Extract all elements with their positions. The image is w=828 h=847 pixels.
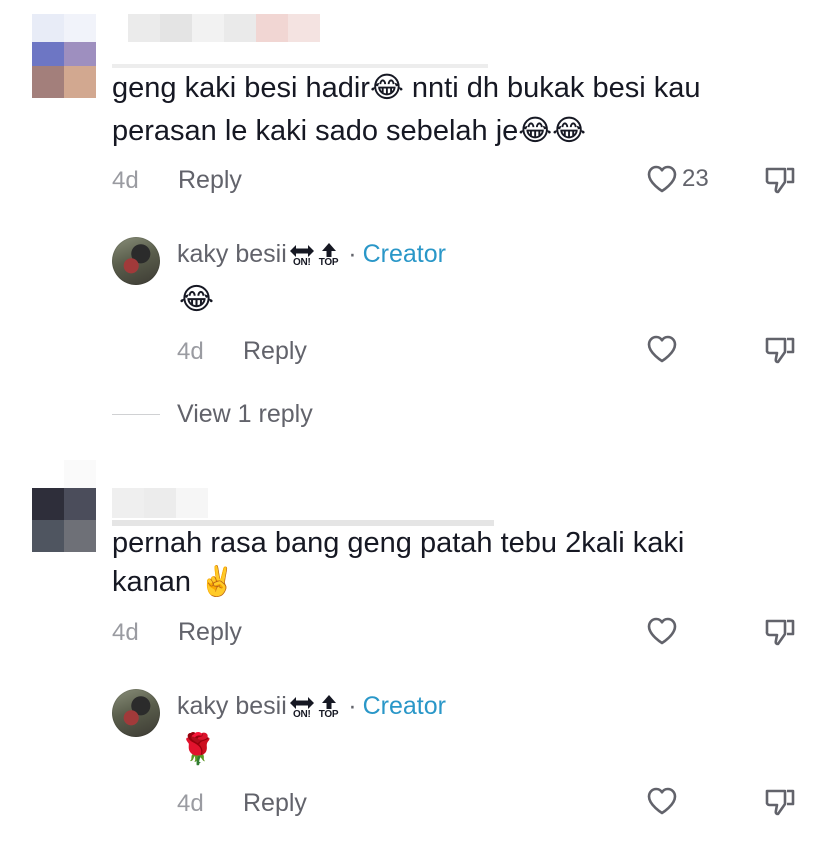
- reply-like-button[interactable]: [646, 334, 678, 369]
- creator-badges: ON! TOP: [289, 242, 339, 268]
- up-arrow-icon: [321, 694, 336, 709]
- username-censored[interactable]: [32, 14, 320, 42]
- view-replies-divider: [112, 414, 160, 415]
- reply-author-row: kaky besii ON! TOP · Creator: [177, 692, 446, 721]
- reply-time: 4d: [177, 338, 204, 365]
- reply-text: 🌹: [179, 733, 217, 766]
- reply-author-name[interactable]: kaky besii: [177, 240, 287, 269]
- avatar-censored[interactable]: [32, 488, 96, 552]
- reply-text: 😂: [179, 283, 215, 316]
- heart-outline-icon: [647, 165, 677, 193]
- heart-outline-icon: [647, 335, 677, 363]
- badge-top: TOP: [319, 694, 339, 720]
- creator-avatar[interactable]: [112, 237, 160, 285]
- like-button[interactable]: 23: [646, 164, 709, 194]
- comment-text-line-1: geng kaki besi hadir😂 nnti dh bukak besi…: [112, 72, 701, 104]
- badge-top: TOP: [319, 242, 339, 268]
- reply-reply-button[interactable]: Reply: [243, 337, 307, 366]
- comment-text-line-2: perasan le kaki sado sebelah je😂😂: [112, 115, 587, 147]
- username-censored-strip: [112, 488, 208, 518]
- reply-dislike-button[interactable]: [763, 786, 797, 823]
- avatar-censored[interactable]: [32, 34, 96, 98]
- view-replies-button[interactable]: View 1 reply: [177, 400, 313, 429]
- reply-like-button[interactable]: [646, 786, 678, 821]
- comment-text-line-2: kanan ✌️: [112, 566, 236, 598]
- creator-label: Creator: [362, 692, 446, 720]
- like-button[interactable]: [646, 616, 678, 651]
- reply-dislike-button[interactable]: [763, 334, 797, 371]
- creator-badges: ON! TOP: [289, 694, 339, 720]
- creator-label: Creator: [362, 240, 446, 268]
- username-censored-underline: [112, 64, 488, 68]
- comment-text-line-1: pernah rasa bang geng patah tebu 2kali k…: [112, 527, 685, 559]
- creator-avatar[interactable]: [112, 689, 160, 737]
- reply-author-name[interactable]: kaky besii: [177, 692, 287, 721]
- thumbs-down-icon: [765, 619, 795, 646]
- reply-time: 4d: [177, 790, 204, 817]
- heart-outline-icon: [647, 617, 677, 645]
- reply-reply-button[interactable]: Reply: [243, 789, 307, 818]
- thumbs-down-icon: [765, 789, 795, 816]
- separator-dot: ·: [348, 240, 357, 268]
- badge-on: ON!: [289, 244, 315, 268]
- like-count: 23: [682, 165, 709, 192]
- thumbs-down-icon: [765, 337, 795, 364]
- left-right-arrow-icon: [289, 244, 314, 257]
- thumbs-down-icon: [765, 167, 795, 194]
- dislike-button[interactable]: [763, 616, 797, 653]
- reply-button[interactable]: Reply: [178, 166, 242, 195]
- reply-button[interactable]: Reply: [178, 618, 242, 647]
- left-right-arrow-icon: [289, 696, 314, 709]
- reply-author-row: kaky besii ON! TOP · Creator: [177, 240, 446, 269]
- comment-time: 4d: [112, 167, 139, 194]
- badge-on: ON!: [289, 696, 315, 720]
- up-arrow-icon: [321, 242, 336, 257]
- dislike-button[interactable]: [763, 164, 797, 201]
- heart-outline-icon: [647, 787, 677, 815]
- comment-time: 4d: [112, 619, 139, 646]
- separator-dot: ·: [348, 692, 357, 720]
- username-censored[interactable]: [32, 460, 128, 488]
